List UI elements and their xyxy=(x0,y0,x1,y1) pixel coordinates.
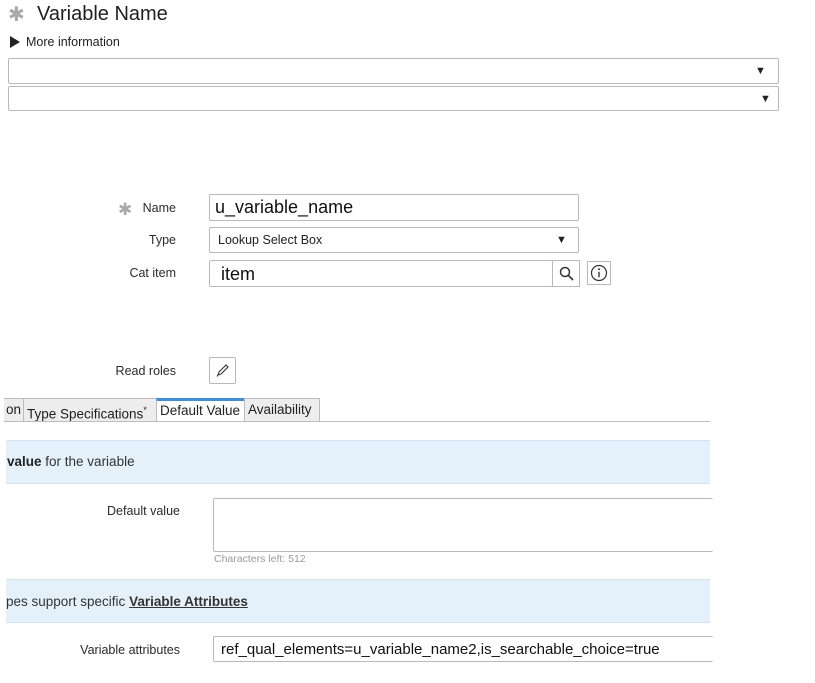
mandatory-asterisk-icon: ✱ xyxy=(8,4,25,26)
top-select-1[interactable]: ▼ xyxy=(8,58,779,84)
more-information-toggle[interactable]: More information xyxy=(9,35,120,49)
section-heading-bold: value xyxy=(7,454,42,469)
default-value-label: Default value xyxy=(107,504,180,518)
chevron-down-icon: ▼ xyxy=(760,93,771,105)
name-label: Name xyxy=(142,201,176,215)
reference-info-button[interactable] xyxy=(587,261,611,285)
tab-default-value[interactable]: Default Value xyxy=(156,398,245,422)
tab-overflow[interactable]: on xyxy=(4,398,24,422)
variable-attributes-label: Variable attributes xyxy=(80,643,180,657)
default-value-textarea[interactable] xyxy=(213,498,713,552)
tab-label: on xyxy=(5,402,21,417)
variable-attributes-link[interactable]: Variable Attributes xyxy=(129,594,248,609)
pencil-icon xyxy=(216,364,229,377)
variable-attributes-section-header: pes support specific Variable Attributes xyxy=(6,579,710,623)
chevron-down-icon: ▼ xyxy=(755,65,766,77)
type-select[interactable]: Lookup Select Box ▼ xyxy=(209,227,579,253)
tab-label: Default Value xyxy=(160,403,241,418)
section-heading-text: for the variable xyxy=(41,454,135,469)
type-value: Lookup Select Box xyxy=(218,233,323,247)
tab-divider xyxy=(4,421,710,422)
name-value: u_variable_name xyxy=(215,197,354,217)
triangle-right-icon xyxy=(10,36,20,48)
top-select-2[interactable]: ▼ xyxy=(8,86,779,111)
cat-item-value: item xyxy=(221,264,256,284)
tab-type-specifications[interactable]: Type Specifications* xyxy=(23,398,157,422)
characters-left: Characters left: 512 xyxy=(214,553,306,565)
variable-attributes-input[interactable]: ref_qual_elements=u_variable_name2,is_se… xyxy=(213,636,713,662)
section-heading-text: pes support specific xyxy=(6,594,130,609)
edit-read-roles-button[interactable] xyxy=(209,357,236,384)
tab-marker: * xyxy=(143,405,147,415)
tab-availability[interactable]: Availability xyxy=(244,398,320,422)
default-value-section-header: value for the variable xyxy=(6,440,710,484)
variable-attributes-value: ref_qual_elements=u_variable_name2,is_se… xyxy=(221,641,660,658)
page-title: Variable Name xyxy=(37,3,168,25)
tab-label: Availability xyxy=(248,402,312,417)
more-information-label: More information xyxy=(26,35,120,49)
lookup-search-button[interactable] xyxy=(552,260,580,287)
type-label: Type xyxy=(148,233,176,247)
search-icon xyxy=(559,266,574,281)
chevron-down-icon: ▼ xyxy=(556,234,567,246)
tab-label: Type Specifications xyxy=(27,406,144,422)
cat-item-label: Cat item xyxy=(129,266,176,280)
cat-item-input[interactable]: item xyxy=(209,260,553,287)
read-roles-label: Read roles xyxy=(115,364,176,378)
info-icon xyxy=(590,264,608,282)
name-input[interactable]: u_variable_name xyxy=(209,194,579,221)
